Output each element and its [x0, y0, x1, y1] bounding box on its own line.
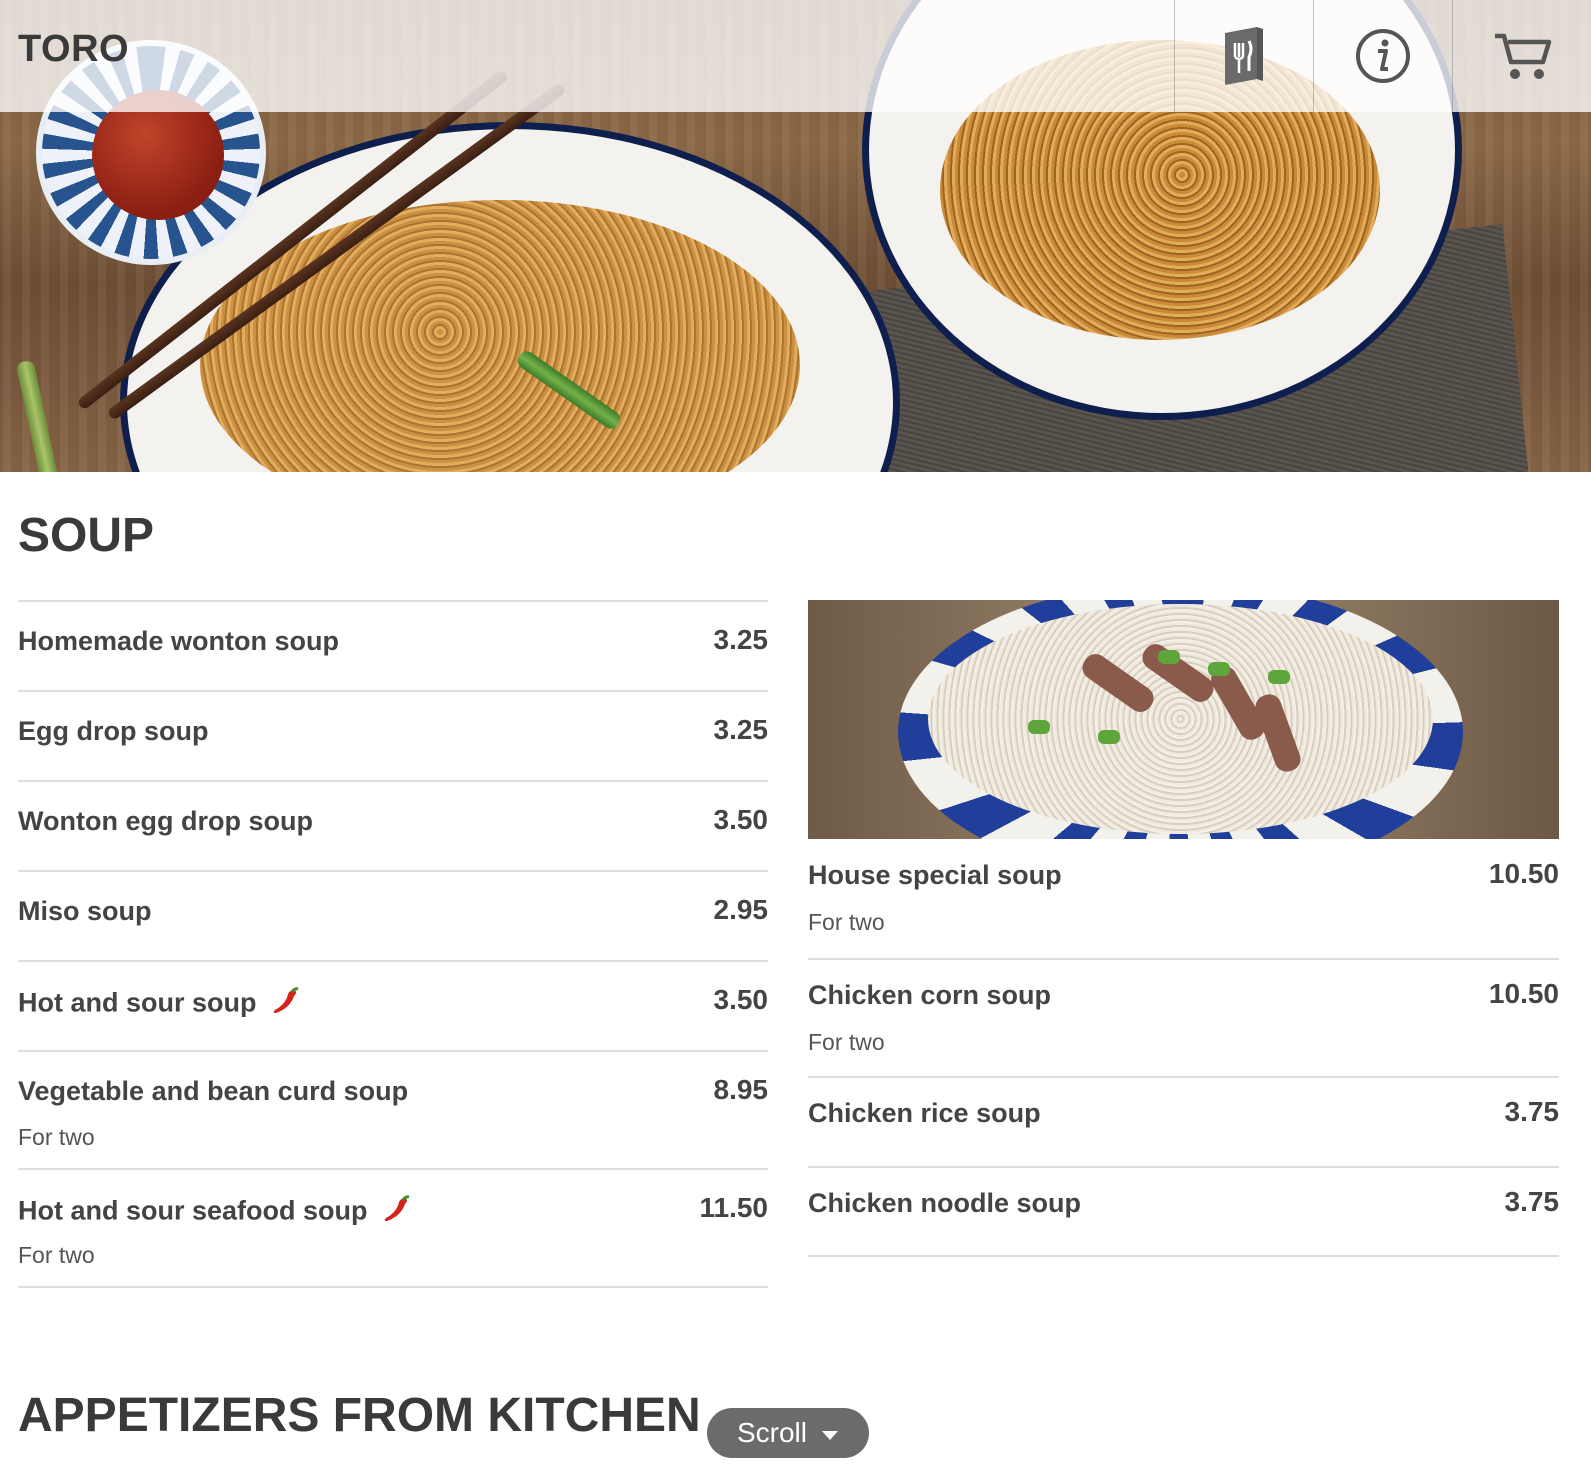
- section-title-appetizers: APPETIZERS FROM KITCHEN: [18, 1389, 701, 1442]
- item-name: Egg drop soup: [18, 716, 209, 746]
- item-name: Chicken noodle soup: [808, 1188, 1082, 1218]
- divider: [18, 1286, 768, 1288]
- item-name: Hot and sour soup: [18, 987, 257, 1018]
- info-icon: [1354, 27, 1412, 85]
- item-name-wrap: Hot and sour soup: [18, 986, 300, 1023]
- item-price: 3.75: [1504, 1096, 1560, 1127]
- soup-scallion: [1208, 662, 1230, 676]
- item-name: Chicken rice soup: [808, 1098, 1041, 1128]
- item-note: For two: [18, 1124, 95, 1150]
- item-price: 2.95: [713, 894, 769, 925]
- menu-item[interactable]: Hot and sour soup 3.50: [18, 960, 768, 1050]
- item-price: 3.50: [713, 984, 769, 1015]
- scallion: [15, 359, 63, 472]
- menu-item[interactable]: Chicken corn soup 10.50 For two: [808, 958, 1559, 1076]
- item-price: 3.25: [713, 714, 769, 745]
- soup-scallion: [1098, 730, 1120, 744]
- item-price: 10.50: [1488, 858, 1559, 889]
- cart-icon: [1491, 30, 1553, 82]
- scroll-button[interactable]: Scroll: [707, 1408, 869, 1458]
- item-price: 3.25: [713, 624, 769, 655]
- chili-pepper-icon: [381, 1194, 411, 1231]
- menu-item[interactable]: Vegetable and bean curd soup 8.95 For tw…: [18, 1050, 768, 1168]
- menu-item[interactable]: Egg drop soup 3.25: [18, 690, 768, 780]
- soup-photo: [808, 600, 1559, 839]
- item-price: 10.50: [1488, 978, 1559, 1009]
- item-note: For two: [18, 1242, 95, 1268]
- item-price: 11.50: [699, 1192, 768, 1223]
- item-name: Miso soup: [18, 896, 152, 926]
- soup-noodles: [928, 604, 1433, 834]
- menu-item[interactable]: Wonton egg drop soup 3.50: [18, 780, 768, 870]
- scroll-label: Scroll: [736, 1417, 807, 1448]
- item-name: Wonton egg drop soup: [18, 806, 313, 836]
- item-name: House special soup: [808, 860, 1062, 890]
- info-button[interactable]: [1313, 0, 1452, 112]
- menu-item[interactable]: Chicken rice soup 3.75: [808, 1076, 1559, 1166]
- section-title-soup: SOUP: [18, 509, 155, 562]
- soup-scallion: [1158, 650, 1180, 664]
- item-price: 8.95: [713, 1074, 769, 1105]
- chili-pepper-icon: [270, 986, 300, 1023]
- soup-scallion: [1268, 670, 1290, 684]
- item-name: Chicken corn soup: [808, 980, 1052, 1010]
- cart-button[interactable]: [1452, 0, 1591, 112]
- item-note: For two: [808, 909, 885, 935]
- item-price: 3.75: [1504, 1186, 1560, 1217]
- item-name-wrap: Hot and sour seafood soup: [18, 1194, 411, 1231]
- brand-logo[interactable]: TORO: [18, 28, 129, 71]
- chevron-down-icon: [821, 1417, 839, 1449]
- item-name: Vegetable and bean curd soup: [18, 1076, 409, 1106]
- item-note: For two: [808, 1029, 885, 1055]
- menu-item[interactable]: House special soup 10.50 For two: [808, 840, 1559, 958]
- item-name: Homemade wonton soup: [18, 626, 340, 656]
- item-price: 3.50: [713, 804, 769, 835]
- divider: [808, 1255, 1559, 1257]
- menu-icon: [1219, 25, 1269, 87]
- menu-button[interactable]: [1174, 0, 1313, 112]
- top-bar: TORO: [0, 0, 1591, 112]
- menu-item[interactable]: Homemade wonton soup 3.25: [18, 600, 768, 690]
- menu-item[interactable]: Miso soup 2.95: [18, 870, 768, 960]
- menu-item[interactable]: Chicken noodle soup 3.75: [808, 1166, 1559, 1256]
- menu-item[interactable]: Hot and sour seafood soup 11.50 For two: [18, 1168, 768, 1286]
- soup-scallion: [1028, 720, 1050, 734]
- item-name: Hot and sour seafood soup: [18, 1195, 368, 1226]
